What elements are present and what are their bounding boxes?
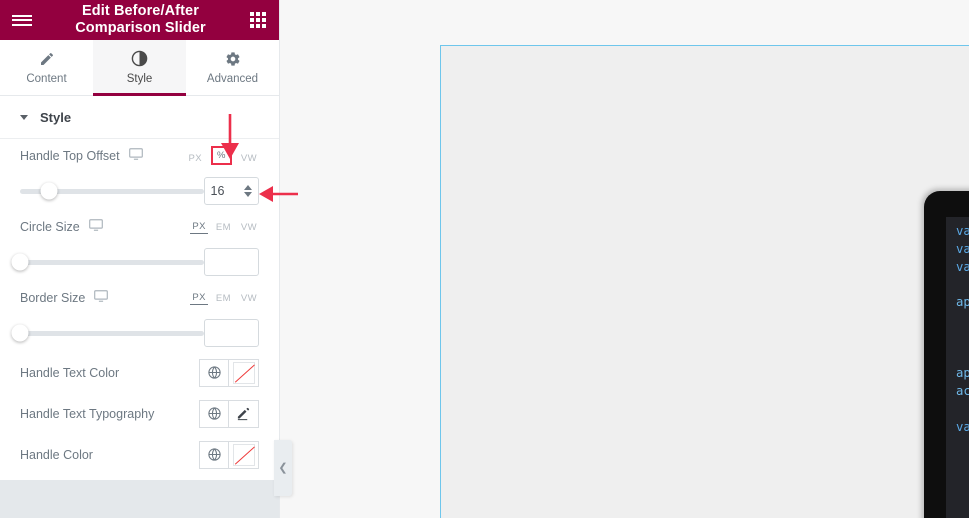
control-label: Handle Top Offset xyxy=(20,148,143,163)
desktop-monitor-icon[interactable] xyxy=(88,219,103,234)
unit-vw[interactable]: VW xyxy=(239,152,259,165)
handle-color-controls xyxy=(199,440,259,469)
laptop-device-mockup: var perc = 99.0, wmin = 1var FromDoc = o… xyxy=(924,191,969,518)
unit-px[interactable]: PX xyxy=(190,291,208,305)
circle-size-input[interactable] xyxy=(203,248,259,276)
unit-switcher-circle-size: PX EM VW xyxy=(190,220,259,234)
unit-percent[interactable]: % xyxy=(211,146,232,165)
circle-size-slider[interactable] xyxy=(11,253,204,271)
globe-icon[interactable] xyxy=(199,399,229,428)
globe-icon[interactable] xyxy=(199,358,229,387)
handle-text-color-controls xyxy=(199,358,259,387)
control-circle-size-slider-row xyxy=(11,243,259,281)
slider-thumb[interactable] xyxy=(11,324,29,342)
tab-content-label: Content xyxy=(26,72,67,85)
style-section-header[interactable]: Style xyxy=(0,96,279,139)
editor-canvas: var perc = 99.0, wmin = 1var FromDoc = o… xyxy=(280,0,969,518)
slider-thumb[interactable] xyxy=(11,253,29,271)
hamburger-menu-icon[interactable] xyxy=(0,0,44,40)
page-title: Edit Before/After Comparison Slider xyxy=(75,3,206,36)
border-size-label: Border Size xyxy=(20,290,86,305)
border-size-slider[interactable] xyxy=(11,324,204,342)
control-handle-text-typography: Handle Text Typography xyxy=(20,393,259,434)
unit-em[interactable]: EM xyxy=(214,221,233,234)
circle-size-label: Circle Size xyxy=(20,219,80,234)
handle-text-color-label: Handle Text Color xyxy=(20,365,120,380)
panel-header: Edit Before/After Comparison Slider xyxy=(0,0,279,40)
chevron-down-icon xyxy=(20,114,28,120)
panel-footer xyxy=(0,480,279,518)
unit-em[interactable]: EM xyxy=(214,292,233,305)
slider-thumb[interactable] xyxy=(40,182,58,200)
handle-top-offset-label: Handle Top Offset xyxy=(20,148,120,163)
tab-advanced-label: Advanced xyxy=(206,72,259,85)
control-handle-top-offset-header: Handle Top Offset PX % VW xyxy=(20,139,259,172)
tab-style[interactable]: Style xyxy=(93,40,186,96)
border-size-input[interactable] xyxy=(203,319,259,347)
control-handle-top-offset-slider-row: 16 xyxy=(20,172,259,210)
unit-px[interactable]: PX xyxy=(187,152,204,165)
control-handle-color: Handle Color xyxy=(20,434,259,475)
color-swatch-empty-icon[interactable] xyxy=(229,440,259,469)
control-label: Circle Size xyxy=(20,219,103,234)
handle-text-typography-controls xyxy=(199,399,259,428)
control-handle-text-color: Handle Text Color xyxy=(20,352,259,393)
handle-color-label: Handle Color xyxy=(20,447,93,462)
unit-vw[interactable]: VW xyxy=(239,292,259,305)
contrast-circle-icon xyxy=(131,50,148,67)
color-swatch-empty-icon[interactable] xyxy=(229,358,259,387)
preview-section[interactable]: var perc = 99.0, wmin = 1var FromDoc = o… xyxy=(440,45,969,518)
handle-top-offset-input[interactable]: 16 xyxy=(203,177,259,205)
desktop-monitor-icon[interactable] xyxy=(94,290,109,305)
control-border-size-slider-row xyxy=(11,314,259,352)
unit-switcher-border-size: PX EM VW xyxy=(190,291,259,305)
code-preview-text: var perc = 99.0, wmin = 1var FromDoc = o… xyxy=(956,224,969,434)
chevron-left-icon: ❮ xyxy=(278,461,288,474)
editor-screen: var perc = 99.0, wmin = 1var FromDoc = o… xyxy=(0,0,969,518)
panel-tabs: Content Style Advanced xyxy=(0,40,279,96)
elementor-settings-panel: Edit Before/After Comparison Slider Cont… xyxy=(0,0,280,518)
unit-switcher-handle-top-offset: PX % VW xyxy=(187,146,259,165)
controls-container: Handle Top Offset PX % VW 16 Circle Size… xyxy=(0,139,279,475)
desktop-monitor-icon[interactable] xyxy=(128,148,143,163)
number-stepper[interactable] xyxy=(244,185,252,197)
control-label: Border Size xyxy=(20,290,109,305)
tab-style-label: Style xyxy=(126,73,153,85)
control-circle-size-header: Circle Size PX EM VW xyxy=(20,210,259,243)
panel-collapse-button[interactable]: ❮ xyxy=(274,440,292,496)
device-screen: var perc = 99.0, wmin = 1var FromDoc = o… xyxy=(946,217,969,518)
tab-content[interactable]: Content xyxy=(0,40,93,95)
control-border-size-header: Border Size PX EM VW xyxy=(20,281,259,314)
tab-advanced[interactable]: Advanced xyxy=(186,40,279,95)
handle-text-typography-label: Handle Text Typography xyxy=(20,406,155,421)
widgets-grid-icon[interactable] xyxy=(237,0,279,40)
pencil-edit-icon[interactable] xyxy=(229,399,259,428)
unit-px[interactable]: PX xyxy=(190,220,208,234)
handle-top-offset-value: 16 xyxy=(210,184,225,198)
unit-vw[interactable]: VW xyxy=(239,221,259,234)
globe-icon[interactable] xyxy=(199,440,229,469)
gear-icon xyxy=(225,51,241,67)
pencil-icon xyxy=(39,51,55,67)
section-title: Style xyxy=(40,109,72,125)
handle-top-offset-slider[interactable] xyxy=(20,182,204,200)
